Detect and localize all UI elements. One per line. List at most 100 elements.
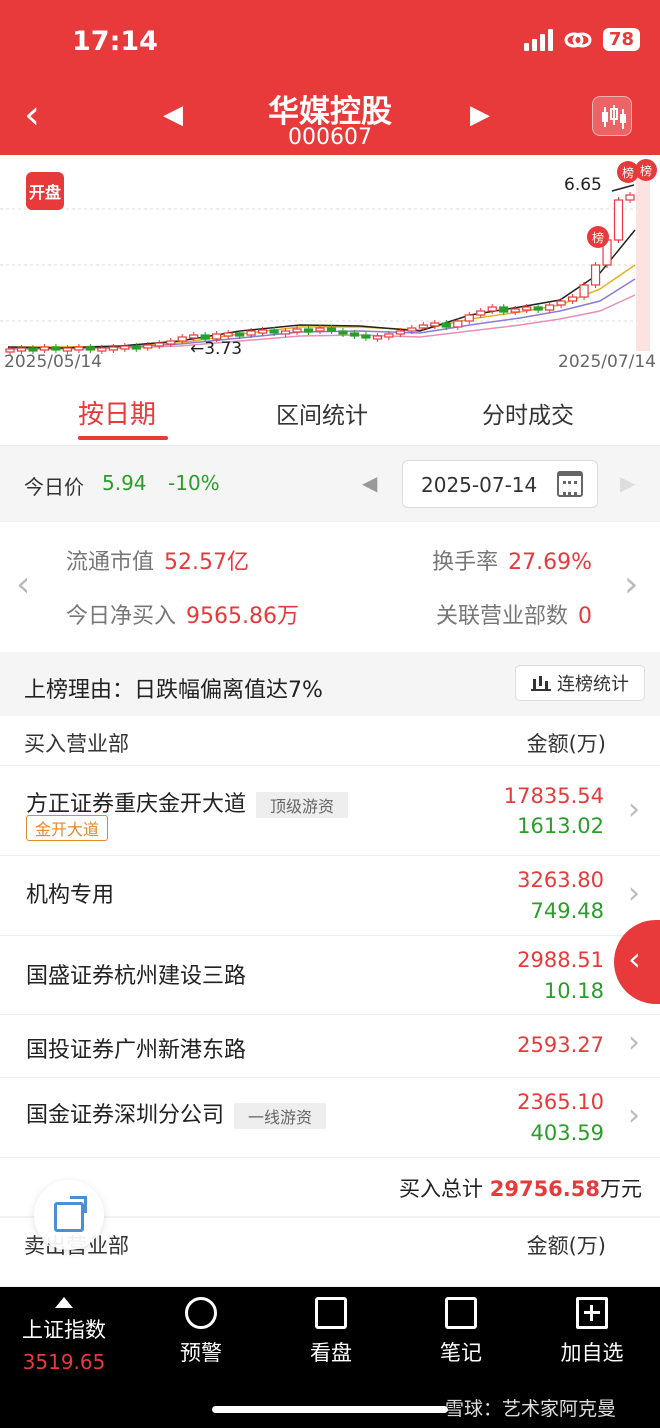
sell-amount: 1613.02 (517, 814, 604, 838)
bar-chart-icon (531, 675, 551, 691)
candle-body (120, 345, 130, 350)
candle-body (499, 306, 509, 313)
today-change: -10% (168, 471, 220, 495)
table-row[interactable]: 国投证券广州新港东路 2593.27 › (0, 1015, 660, 1078)
candle-body (372, 335, 383, 340)
branch-name: 国盛证券杭州建设三路 (26, 964, 247, 989)
candle-body (246, 330, 256, 336)
table-row[interactable]: 机构专用 3263.80 749.48 › (0, 856, 660, 936)
stats-panel: ‹ 流通市值 52.57亿 换手率 27.69% 今日净买入 9565.86万 关联营… (0, 522, 660, 652)
candle-body (292, 328, 302, 333)
buy-total-value: 29756.58 (489, 1177, 600, 1201)
branch-tag: 顶级游资 (256, 792, 349, 818)
share-icon[interactable] (34, 1180, 104, 1250)
high-price-label: 6.65 (564, 175, 602, 195)
candle-body (143, 344, 153, 349)
sell-amount: 749.48 (530, 899, 604, 923)
nav-notes[interactable]: 笔记 (436, 1287, 486, 1367)
price-bar: 今日价 5.94 -10% ◀ 2025-07-14 ▶ (0, 447, 660, 521)
buy-amount: 2365.10 (517, 1090, 604, 1114)
signal-icon (523, 28, 553, 51)
candle-body (62, 347, 73, 352)
stats-prev-icon[interactable]: ‹ (16, 564, 30, 605)
candle-body (430, 322, 440, 327)
date-picker[interactable]: 2025-07-14 (402, 460, 598, 508)
turnover: 换手率 27.69% (432, 550, 592, 575)
candle-body (487, 306, 497, 312)
stock-code: 000607 (288, 125, 372, 150)
branch-tag: 一线游资 (234, 1103, 327, 1129)
sell-amount: 10.18 (543, 979, 604, 1003)
candle-body (189, 334, 199, 339)
candle-body (349, 332, 360, 337)
candle-body (384, 333, 394, 338)
table-row[interactable]: 国金证券深圳分公司 一线游资 2365.10 403.59 › (0, 1078, 660, 1158)
kline-icon[interactable] (592, 96, 632, 136)
prev-date-icon[interactable]: ◀ (362, 471, 377, 495)
consecutive-stats-button[interactable]: 连榜统计 (515, 665, 645, 701)
branch-name: 国投证券广州新港东路 (26, 1038, 247, 1063)
kline-chart[interactable]: 开盘 榜 榜 榜 6.65 ←3.73 2025/05/14 2025/07/1… (0, 155, 660, 380)
candle-body (51, 346, 61, 351)
next-date-icon[interactable]: ▶ (620, 471, 635, 495)
bang-marker[interactable]: 榜 (587, 226, 609, 248)
candle-body (257, 329, 268, 334)
nav-watch[interactable]: 看盘 (306, 1287, 356, 1367)
next-stock-icon[interactable]: ▶ (470, 100, 490, 130)
table-row[interactable]: 国盛证券杭州建设三路 2988.51 10.18 (0, 936, 660, 1015)
today-price: 5.94 (102, 471, 147, 495)
status-time: 17:14 (72, 26, 158, 57)
listing-reason-text: 上榜理由：日跌幅偏离值达7% (24, 678, 323, 703)
tab-by-date[interactable]: 按日期 (78, 394, 156, 431)
candle-body (361, 334, 371, 339)
tab-range-stats[interactable]: 区间统计 (276, 396, 368, 430)
buy-amount: 2593.27 (517, 1033, 604, 1057)
link-icon (564, 32, 592, 47)
chevron-right-icon: › (628, 876, 640, 911)
nav-alert[interactable]: 预警 (176, 1287, 226, 1367)
candle-body (545, 304, 555, 311)
calendar-icon (557, 471, 583, 497)
stats-next-icon[interactable]: › (624, 564, 638, 605)
candle-body (418, 324, 428, 329)
candle-body (74, 346, 84, 351)
app-header: 17:14 78 ‹ ◀ 华媒控股 000607 ▶ (0, 0, 660, 155)
kaipan-badge[interactable]: 开盘 (26, 172, 64, 210)
candle-body (533, 306, 543, 311)
chevron-right-icon: › (628, 1025, 640, 1060)
low-price-label: ←3.73 (190, 339, 243, 359)
candle-body (315, 327, 325, 332)
chart-start-date: 2025/05/14 (4, 352, 102, 372)
chevron-right-icon: › (628, 792, 640, 827)
bottom-nav: 上证指数 3519.65 预警 看盘 笔记 加自选 雪球：艺术家阿克曼 (0, 1287, 660, 1428)
nav-index[interactable]: 上证指数 3519.65 (22, 1297, 106, 1374)
candle-body (556, 300, 566, 306)
branch-name: 机构专用 (26, 883, 115, 908)
buy-amount: 17835.54 (503, 784, 604, 808)
buy-branch-list: 买入营业部 金额(万) 方正证券重庆金开大道 顶级游资 金开大道 17835.54… (0, 716, 660, 1216)
candle-body (269, 329, 279, 334)
candle-body (223, 332, 233, 337)
net-buy: 今日净买入 9565.86万 (66, 604, 299, 629)
bang-marker[interactable]: 榜 (635, 159, 657, 181)
branch-name: 方正证券重庆金开大道 (26, 792, 247, 817)
listing-reason: 上榜理由：日跌幅偏离值达7% 连榜统计 (0, 652, 660, 716)
candle-body (625, 194, 635, 201)
nav-add-watchlist[interactable]: 加自选 (556, 1287, 628, 1367)
home-indicator (212, 1406, 448, 1413)
candle-body (464, 314, 474, 322)
float-cap: 流通市值 52.57亿 (66, 550, 249, 575)
candle-body (108, 346, 118, 351)
candle-body (579, 284, 589, 298)
tab-tick-trades[interactable]: 分时成交 (482, 396, 574, 430)
candle-body (476, 310, 486, 316)
table-row[interactable]: 方正证券重庆金开大道 顶级游资 金开大道 17835.54 1613.02 › (0, 766, 660, 856)
tab-underline (78, 436, 168, 440)
chevron-right-icon: › (628, 1098, 640, 1133)
candle-body (280, 330, 291, 335)
candle-body (510, 308, 520, 313)
sell-amount: 403.59 (530, 1121, 604, 1145)
candle-body (407, 327, 417, 332)
candle-body (303, 328, 314, 333)
candle-body (85, 346, 95, 351)
